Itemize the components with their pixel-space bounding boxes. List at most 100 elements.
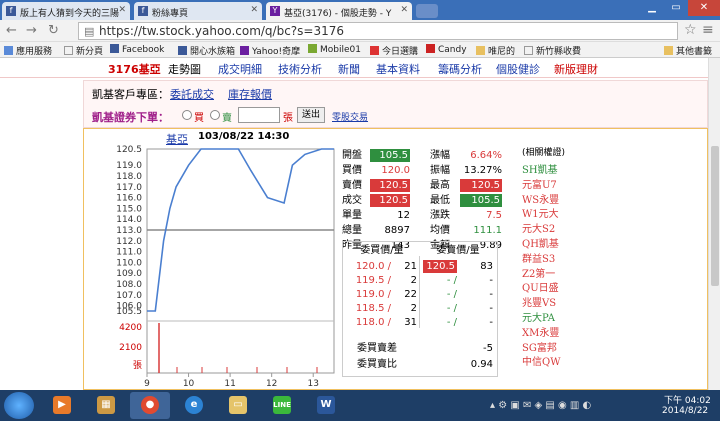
ask-volume: - [489,303,493,314]
inventory-link[interactable]: 庫存報價 [228,86,272,102]
buy-radio[interactable] [182,110,192,120]
close-icon[interactable]: ✕ [118,5,126,15]
page-icon: ▤ [84,25,95,38]
client-label: 凱基客戶專區： [92,88,169,101]
menu-item-health[interactable]: 個股健診 [496,61,540,77]
forward-icon[interactable]: → [26,23,37,39]
bookmark-item[interactable]: Mobile01 [308,44,361,55]
menu-icon[interactable]: ≡ [702,22,714,38]
browser-tab-active[interactable]: Y 基亞(3176) - 個股走勢 - Y ✕ [266,2,412,20]
taskbar-app[interactable]: LINE [262,392,302,419]
maximize-button[interactable]: ▭ [664,0,688,16]
page-icon [524,46,533,55]
order-link[interactable]: 委託成交 [170,86,214,102]
tab-title: 基亞(3176) - 個股走勢 - Y [284,9,392,19]
sell-radio[interactable] [210,110,220,120]
warrant-link[interactable]: QU日盛 [522,279,559,294]
quote-value: 120.0 [381,165,410,176]
taskbar-app[interactable]: e [174,392,214,419]
chart-panel: 基亞 103/08/22 14:30 120.5 119.0 118.0 117.0 1… [83,128,708,390]
bookmark-item[interactable]: 唯尼的 [476,44,515,57]
warrant-link[interactable]: 元富U7 [522,176,557,191]
url-input[interactable]: ▤ https://tw.stock.yahoo.com/q/bc?s=3176 [78,22,678,40]
menu-item-trend[interactable]: 走勢圖 [168,61,201,77]
bookmark-item[interactable]: 新竹縣收費 [524,44,581,57]
quote-table: 開盤 105.5 漲幅 6.64% 買價 120.0 振幅 13.27% 賣價 120.5 最高 12… [342,149,502,251]
bookmark-item[interactable]: 其他書籤 [664,44,712,57]
quote-label: 振幅 [430,165,450,176]
taskbar: ▶ ▦ ● e ▭ LINE W ▴ ⚙ ▣ ✉ ◈ ▤ ◉ ▥ ◐ 下午 04… [0,390,720,421]
warrant-link[interactable]: 兆豐VS [522,294,556,309]
bid-volume: 22 [404,289,417,300]
warrant-link[interactable]: SG富邦 [522,339,557,354]
system-tray[interactable]: ▴ ⚙ ▣ ✉ ◈ ▤ ◉ ▥ ◐ [490,400,591,411]
scrollbar[interactable] [708,58,720,390]
menu-item-detail[interactable]: 成交明細 [218,61,262,77]
reload-icon[interactable]: ↻ [48,23,59,39]
files-icon: ▦ [97,396,115,414]
folder-icon [476,46,485,55]
close-icon[interactable]: ✕ [400,5,408,15]
bookmark-item[interactable]: Yahoo!奇摩 [240,44,300,57]
submit-button[interactable]: 送出 [297,107,325,123]
warrant-link[interactable]: 元大PA [522,309,555,324]
windows-icon[interactable] [4,392,34,419]
odd-lot-link[interactable]: 零股交易 [332,110,368,123]
back-icon[interactable]: ← [6,23,17,39]
y-tick-label: 114.0 [116,215,142,225]
x-tick-label: 11 [224,379,235,389]
order-label: 凱基證券下單： [92,111,169,124]
warrant-link[interactable]: 中信QW [522,353,560,368]
chrome-icon: ● [141,396,159,414]
y-tick-label: 109.0 [116,269,142,279]
volume-tick-label: 2100 [119,343,142,353]
bookmark-item[interactable]: Facebook [110,44,164,55]
quote-label: 總量 [342,225,362,236]
warrant-link[interactable]: Z2第一 [522,265,555,280]
browser-tab-bar: f 版上有人猜到今天的三陽 ✕ f 粉絲專頁 ✕ Y 基亞(3176) - 個股… [0,0,720,20]
yahoo-icon [240,46,249,55]
quote-value: 120.5 [460,179,502,192]
minimize-button[interactable]: ▁ [640,0,664,16]
quantity-input[interactable] [238,107,280,123]
warrant-link[interactable]: WS永豐 [522,191,559,206]
ratio-value: 0.94 [470,359,493,370]
y-tick-label: 118.0 [116,172,142,182]
bookmark-item[interactable]: 今日選購 [370,44,418,57]
menu-item-news[interactable]: 新聞 [338,61,360,77]
star-icon[interactable]: ☆ [684,22,697,38]
y-tick-label: 112.0 [116,237,142,247]
bookmark-item[interactable]: 應用服務 [4,44,52,57]
warrant-link[interactable]: QH凱基 [522,235,559,250]
warrant-link[interactable]: XM永豐 [522,324,559,339]
menu-item-technical[interactable]: 技術分析 [278,61,322,77]
warrant-link[interactable]: 群益S3 [522,250,555,265]
menu-item-chips[interactable]: 籌碼分析 [438,61,482,77]
close-icon[interactable]: ✕ [250,5,258,15]
menu-item-newfinance[interactable]: 新版理財 [554,61,598,77]
taskbar-app[interactable]: ▭ [218,392,258,419]
bookmark-item[interactable]: Candy [426,44,467,55]
quote-value: 120.5 [370,194,410,207]
browser-tab[interactable]: f 粉絲專頁 ✕ [134,2,262,20]
close-window-button[interactable]: ✕ [688,0,720,16]
warrant-link[interactable]: SH凱基 [522,161,558,176]
taskbar-app[interactable]: ▶ [42,392,82,419]
facebook-icon: f [6,6,16,16]
bookmark-item[interactable]: 開心水族箱 [178,44,235,57]
browser-tab[interactable]: f 版上有人猜到今天的三陽 ✕ [2,2,130,20]
quote-label: 單量 [342,210,362,221]
taskbar-app[interactable]: ▦ [86,392,126,419]
y-tick-label: 119.0 [116,161,142,171]
scrollbar-thumb[interactable] [711,146,719,286]
warrant-link[interactable]: 元大S2 [522,220,555,235]
taskbar-app[interactable]: W [306,392,346,419]
new-tab-button[interactable] [416,4,438,18]
ask-price: 120.5 [423,260,457,273]
quote-value: 7.5 [486,210,502,221]
taskbar-app[interactable]: ● [130,392,170,419]
menu-item-basic[interactable]: 基本資料 [376,61,420,77]
bookmark-item[interactable]: 新分頁 [64,44,103,57]
warrant-link[interactable]: W1元大 [522,205,559,220]
bookmarks-bar: 應用服務 新分頁 Facebook 開心水族箱 Yahoo!奇摩 Mobile0… [0,42,720,58]
